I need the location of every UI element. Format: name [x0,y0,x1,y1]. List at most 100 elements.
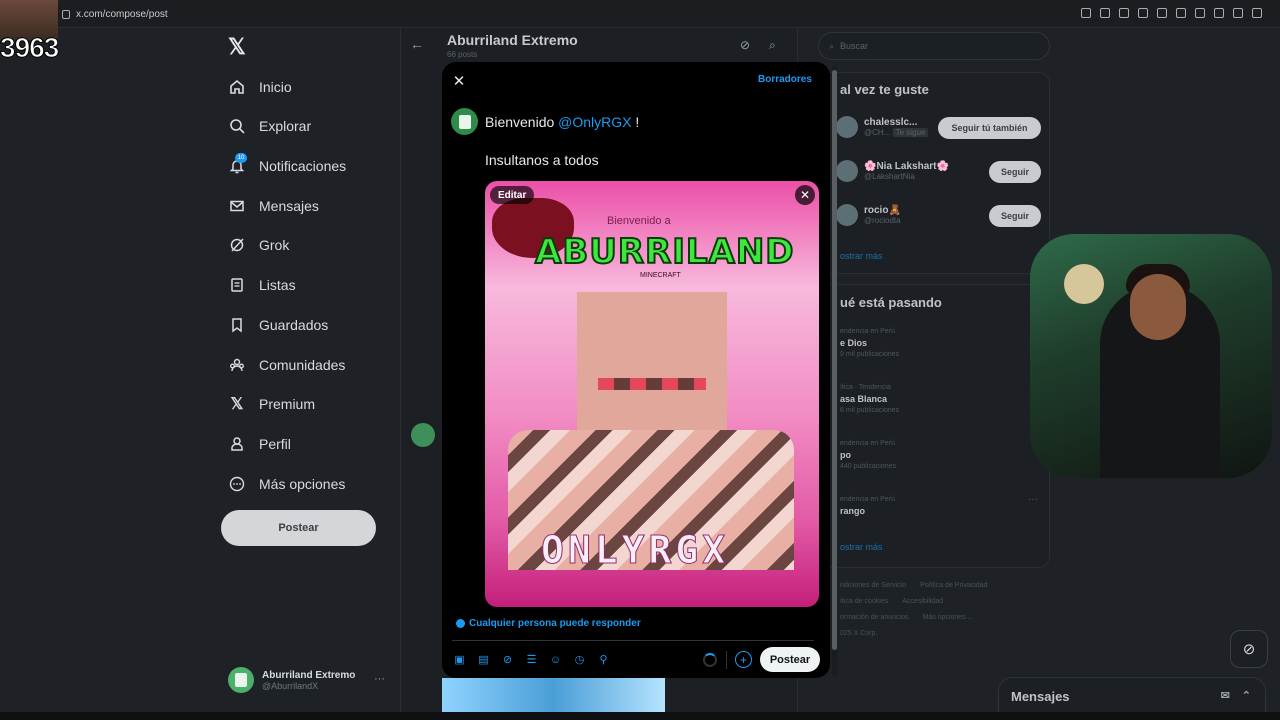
messages-drawer[interactable]: Mensajes ✉ ⌃ [998,677,1266,715]
gif-icon[interactable]: ▤ [476,652,491,667]
url-text[interactable]: x.com/compose/post [76,9,168,20]
remove-media-icon[interactable]: ✕ [795,185,815,205]
nav-item-mensajes[interactable]: Mensajes [228,193,319,219]
extensions-icon[interactable] [1176,8,1186,18]
footer-link[interactable]: Accesibilidad [902,598,943,605]
edit-media-button[interactable]: Editar [490,186,535,204]
search-input[interactable]: ⌕ Buscar [818,32,1050,60]
avatar [228,667,254,693]
nav-item-premium[interactable]: 𝕏 Premium [228,391,315,417]
account-switcher[interactable]: Aburriland Extremo @AburrilandX [228,667,355,693]
avatar [451,108,478,135]
nav-label: Más opciones [259,476,346,492]
show-more-link[interactable]: ostrar más [840,542,883,552]
browser-extension-icons [1081,8,1262,18]
sidebar-post-button[interactable]: Postear [221,510,376,546]
chevron-up-icon[interactable]: ⌃ [1242,689,1251,702]
trend-item[interactable]: ítica · Tendencia asa Blanca 6 mil publi… [840,384,899,414]
compose-text: ! [631,114,640,130]
grok-icon[interactable]: ⊘ [500,652,515,667]
suggestion-item[interactable]: chalesslc... @CH... Te sigue [836,116,929,138]
divider [726,651,727,669]
notification-badge: 10 [235,153,247,163]
back-arrow-icon[interactable]: ← [410,36,424,52]
image-text-welcome: Bienvenido a [607,215,671,227]
reply-setting-button[interactable]: Cualquier persona puede responder [456,618,641,629]
stream-counter: 3963 [0,32,60,64]
suggestion-item[interactable]: rocio🧸 @rociodta [836,204,901,226]
footer-link[interactable]: Política de Privacidad [920,582,987,589]
nav-item-inicio[interactable]: Inicio [228,74,292,100]
footer-link[interactable]: ítica de cookies [840,598,888,605]
mention-link[interactable]: @OnlyRGX [558,114,631,130]
grok-floating-icon[interactable]: ⊘ [1230,630,1268,668]
search-icon[interactable]: ⌕ [769,38,776,53]
bell-icon: 10 [228,153,247,175]
drafts-button[interactable]: Borradores [758,74,812,85]
trend-name: po [840,450,851,460]
menu-icon[interactable] [1252,8,1262,18]
scrollbar[interactable] [832,70,837,650]
suggestion-handle: @CH... [864,128,891,137]
more-dots-icon[interactable]: ··· [374,673,385,685]
nav-item-notificaciones[interactable]: 10 Notificaciones [228,153,346,179]
nav-item-listas[interactable]: Listas [228,272,296,298]
emoji-icon[interactable]: ☺ [548,652,563,667]
character-count-ring [703,653,717,667]
home-browser-icon[interactable] [1195,8,1205,18]
footer-links: ndiciones de Servicio Política de Privaci… [840,578,1040,642]
compose-text-line[interactable]: Bienvenido @OnlyRGX ! [485,114,639,130]
trend-count: 440 publicaciones [840,463,897,470]
reply-setting-label: Cualquier persona puede responder [469,618,641,629]
suggestion-name: 🌸Nia Lakshart🌸 [864,161,949,172]
nav-item-explorar[interactable]: Explorar [228,113,311,139]
follow-back-button[interactable]: Seguir tú también [938,117,1041,139]
bookmark-page-icon[interactable] [1081,8,1091,18]
search-icon [228,117,246,135]
show-more-link[interactable]: ostrar más [840,251,883,261]
new-message-icon[interactable]: ✉ [1221,689,1230,702]
x-logo-icon[interactable]: 𝕏 [228,34,246,60]
address-bar[interactable]: x.com/compose/post [62,5,168,23]
suggestion-handle: @rociodta [864,216,901,225]
screenshot-icon[interactable] [1100,8,1110,18]
nav-item-mas-opciones[interactable]: Más opciones [228,471,345,497]
add-post-icon[interactable]: + [735,651,752,668]
footer-link[interactable]: ndiciones de Servicio [840,582,906,589]
trend-item[interactable]: endencia en Perú po 440 publicaciones [840,440,896,470]
suggestion-item[interactable]: 🌸Nia Lakshart🌸 @LakshartNia [836,160,949,182]
footer-link[interactable]: ormación de anuncios [840,614,909,621]
image-text-bottom: ONLYRGX [540,528,730,573]
account-icon[interactable] [1214,8,1224,18]
nav-item-comunidades[interactable]: Comunidades [228,352,345,378]
bottom-edge [0,712,1280,720]
shield-icon[interactable] [1119,8,1129,18]
download-icon[interactable] [1233,8,1243,18]
nav-item-perfil[interactable]: Perfil [228,431,291,457]
nav-item-grok[interactable]: Grok [228,232,289,258]
post-button[interactable]: Postear [760,647,820,672]
footer-link[interactable]: Más opciones ... [923,614,974,621]
follow-button[interactable]: Seguir [989,205,1041,227]
compose-text-line[interactable]: Insultanos a todos [485,152,599,168]
nav-label: Inicio [259,79,292,95]
nav-label: Grok [259,237,290,253]
trend-item[interactable]: endencia en Perú rango [840,496,895,516]
schedule-icon[interactable]: ◷ [572,652,587,667]
play-icon[interactable] [1138,8,1148,18]
nav-label: Notificaciones [259,158,347,174]
close-icon[interactable]: ✕ [452,72,466,90]
image-icon[interactable]: ▣ [452,652,467,667]
nav-item-guardados[interactable]: Guardados [228,312,328,338]
poll-icon[interactable]: ☰ [524,652,539,667]
follow-button[interactable]: Seguir [989,161,1041,183]
grok-icon[interactable]: ⊘ [740,38,750,52]
nav-label: Guardados [259,317,329,333]
heart-icon[interactable] [1157,8,1167,18]
trend-item[interactable]: endencia en Perú e Dios 9 mil publicacio… [840,328,899,358]
nav-label: Explorar [259,118,312,134]
trend-category: ítica · Tendencia [840,384,891,391]
location-icon[interactable]: ⚲ [596,652,611,667]
trend-more-icon[interactable]: ··· [1028,494,1038,505]
globe-icon [456,619,465,628]
